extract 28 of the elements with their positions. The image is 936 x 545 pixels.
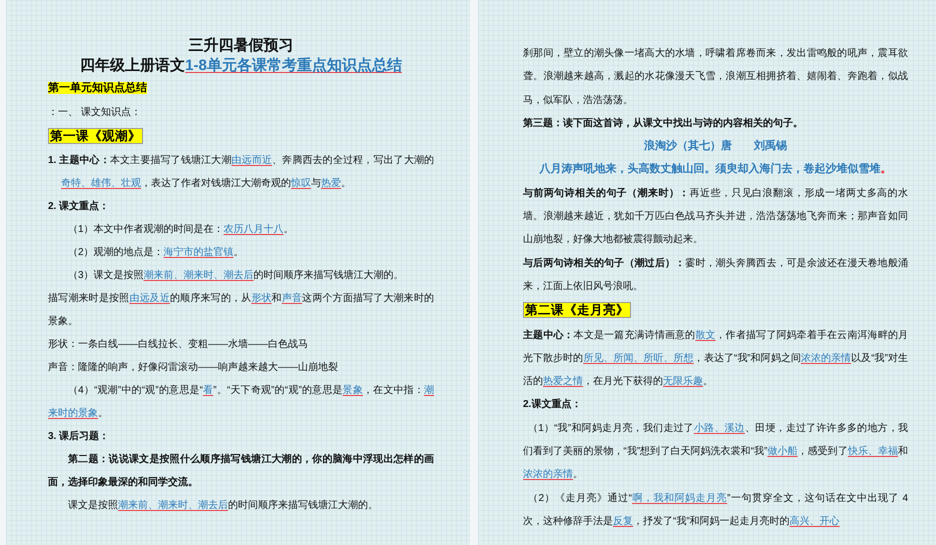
- paragraph: 形状：一条白线——白线拉长、变粗——水墙——白色战马: [48, 338, 309, 352]
- paragraph: 与后两句诗相关的句子（潮过后）：霎时，潮头奔腾西去，可是余波还在漫天卷地般涌来，江面上依旧风号浪吼。: [523, 256, 908, 294]
- paragraph: （1）“我”和阿妈走月亮，我们走过了小路、溪边、田埂，走过了许许多多的地方，我们看到了美丽的景物，“我”想到了白天阿妈洗衣裳和“我”做小船，感受到了快乐、幸福和 浓浓的亲情。: [523, 422, 908, 482]
- paragraph: 描写潮来时是按照由远及近的顺序来写的，从形状和声音这两个方面描写了大潮来时的景象。: [48, 292, 434, 329]
- paragraph: （2）《走月亮》通过“啊，我和阿妈走月亮”一句贯穿全文，这句话在文中出现了 4 次，这种修辞手法是反复，抒发了“我”和阿妈一起走月亮时的高兴、开心: [523, 492, 908, 529]
- paragraph: 声音：隆隆的响声，好像闷雷滚动——响声越来越大——山崩地裂: [48, 360, 339, 375]
- section-heading: 第一单元知识点总结: [48, 80, 148, 96]
- paragraph: 课文是按照潮来前、潮来时、潮去后的时间顺序来描写钱塘江大潮的。: [67, 498, 379, 513]
- paragraph: 与前两句诗相关的句子（潮来时）：再近些，只见白浪翻滚，形成一堵两丈多高的水墙。浪潮越来越近，犹如千万匹白色战马齐头并进，浩浩荡荡地飞奔而来；那声音如同山崩地裂，好像大地都被震得颤动起来。: [523, 186, 908, 248]
- paragraph: （3）课文是按照潮来前、潮来时、潮去后的时间顺序来描写钱塘江大潮的。: [67, 268, 405, 283]
- lesson-heading: 第一课《观潮》: [48, 127, 144, 146]
- paragraph: 1. 主题中心：本文主要描写了钱塘江大潮由远而近、奔腾西去的全过程，写出了大潮的 奇特、雄伟、壮观，表达了作者对钱塘江大潮奇观的惊叹与热爱。: [48, 153, 434, 191]
- paragraph: 第二题：说说课文是按照什么顺序描写钱塘江大潮的，你的脑海中浮现出怎样的画面，选择印象最深的和同学交流。: [48, 452, 434, 490]
- paragraph: （4）“观潮”中的“观”的意思是“看”。“天下奇观”的“观”的意思是景象，在文中指：潮来时的景象。: [48, 384, 434, 421]
- paragraph: 2. 课文重点：: [48, 200, 110, 214]
- paragraph: 第三题：读下面这首诗，从课文中找出与诗的内容相关的句子。: [523, 116, 804, 131]
- paragraph: 2.课文重点：: [523, 398, 582, 412]
- paragraph: 刹那间，壁立的潮头像一堵高大的水墙，呼啸着席卷而来，发出雷鸣般的吼声，震耳欲聋。浪潮越来越高，溅起的水花像漫天飞雪，浪潮互相拥挤着、嬉闹着、奔跑着，似战马，似军队，浩浩荡荡。: [523, 46, 908, 108]
- document-title: 三升四暑假预习: [188, 36, 294, 56]
- document-title: 四年级上册语文1-8单元各课常考重点知识点总结: [79, 56, 403, 76]
- lesson-heading: 第二课《走月亮》: [523, 301, 632, 320]
- poem-line: 浪淘沙（其七）唐 刘禹锡: [643, 138, 788, 154]
- paragraph: （2）观潮的地点是：海宁市的盐官镇。: [67, 246, 245, 260]
- poem-line: 八月涛声吼地来，头高数丈触山回。须臾却入海门去，卷起沙堆似雪堆。: [538, 162, 892, 178]
- paragraph: 主题中心：本文是一篇充满诗情画意的散文，作者描写了阿妈牵着手在云南洱海畔的月光下散步时的所见、所闻、所听、所想，表达了“我”和阿妈之间浓浓的亲情以及“我”对生活的热爱之情，在月光下获得的无限乐趣。: [523, 328, 908, 390]
- paragraph: ：一、 课文知识点：: [48, 106, 142, 120]
- paragraph: 3. 课后习题：: [48, 430, 110, 444]
- paragraph: （1）本文中作者观潮的时间是在：农历八月十八。: [67, 222, 295, 237]
